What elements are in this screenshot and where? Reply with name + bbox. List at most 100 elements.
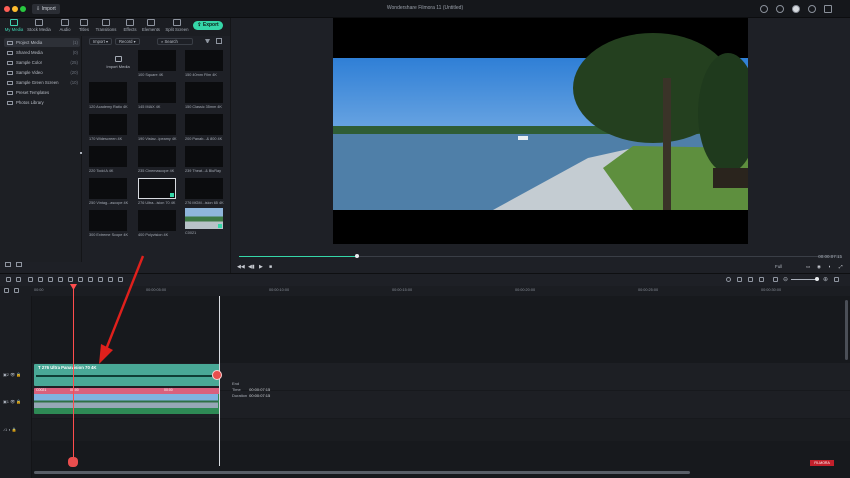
sidebar-item-count: (1) bbox=[72, 40, 78, 45]
title-bar: ⇩ Import Wondershare Filmora 11 (Untitle… bbox=[0, 0, 850, 18]
play-icon[interactable]: ▶ bbox=[259, 264, 263, 270]
tab-titles[interactable]: Titles bbox=[72, 18, 96, 32]
undo-icon[interactable] bbox=[6, 277, 11, 282]
crop-icon[interactable] bbox=[48, 277, 53, 282]
tab-my-media[interactable]: My Media bbox=[2, 18, 26, 32]
media-label: 170 Widescreen 4K bbox=[89, 137, 123, 141]
sidebar-item-sample-video[interactable]: Sample Video (20) bbox=[4, 68, 80, 77]
timeline-scrollbar[interactable] bbox=[34, 471, 690, 474]
zoom-out-icon[interactable]: ⊖ bbox=[783, 276, 788, 283]
delete-icon[interactable] bbox=[28, 277, 33, 282]
media-thumbnail[interactable] bbox=[89, 178, 127, 199]
playhead[interactable] bbox=[73, 288, 74, 464]
grid-view-icon[interactable] bbox=[216, 38, 222, 44]
preview-scrubber[interactable] bbox=[239, 254, 839, 258]
filter-icon[interactable] bbox=[205, 39, 210, 44]
media-thumbnail[interactable] bbox=[138, 114, 176, 135]
title-clip[interactable]: T 276 Ultra Panavision 70 4K bbox=[34, 364, 220, 386]
monitor-icon[interactable]: ▭ bbox=[806, 264, 810, 270]
music-icon bbox=[61, 19, 69, 26]
download-icon[interactable] bbox=[808, 5, 816, 13]
track-1-controls[interactable]: ▣1 👁 🔒 bbox=[3, 399, 21, 404]
step-back-icon[interactable]: ◀▮ bbox=[248, 264, 255, 270]
import-media-tile[interactable]: Import Media bbox=[99, 52, 137, 73]
marker-icon[interactable] bbox=[737, 277, 742, 282]
title-clip-name: 276 Ultra Panavision 70 4K bbox=[41, 365, 97, 370]
video-preview[interactable] bbox=[333, 18, 758, 244]
media-thumbnail[interactable] bbox=[89, 114, 127, 135]
media-thumbnail[interactable] bbox=[138, 50, 176, 71]
media-thumbnail[interactable] bbox=[89, 210, 127, 231]
video-clip[interactable]: C0021 00:00 00:00 bbox=[34, 388, 220, 414]
transition-icon bbox=[102, 19, 110, 26]
color-icon[interactable] bbox=[68, 277, 73, 282]
fit-timeline-icon[interactable] bbox=[834, 277, 839, 282]
ruler-tick: 00:00:20:00 bbox=[515, 288, 536, 292]
media-label: 190 Vistav...ipeamy 4K bbox=[138, 137, 177, 141]
voiceover-icon[interactable] bbox=[748, 277, 753, 282]
split-screen-icon bbox=[173, 19, 181, 26]
record-dropdown[interactable]: Record ▾ bbox=[115, 38, 140, 45]
render-icon[interactable] bbox=[726, 277, 731, 282]
ai-audio-icon[interactable] bbox=[759, 277, 764, 282]
media-thumbnail[interactable] bbox=[138, 210, 176, 231]
collapse-handle[interactable] bbox=[80, 152, 82, 154]
account-icon[interactable] bbox=[792, 5, 800, 13]
sidebar-item-label: Sample Video bbox=[16, 70, 43, 75]
tab-transitions[interactable]: Transitions bbox=[94, 18, 118, 32]
sidebar-item-preset-templates[interactable]: Preset Templates bbox=[4, 88, 80, 97]
filmora-app: ⇩ Import Wondershare Filmora 11 (Untitle… bbox=[0, 0, 850, 478]
sidebar-item-sample-green-screen[interactable]: Sample Green Screen (10) bbox=[4, 78, 80, 87]
media-thumbnail[interactable] bbox=[185, 82, 223, 103]
stop-icon[interactable]: ■ bbox=[269, 264, 272, 270]
import-icon bbox=[114, 56, 122, 62]
snap-icon[interactable] bbox=[773, 277, 778, 282]
media-thumbnail[interactable] bbox=[185, 146, 223, 167]
new-folder-icon[interactable] bbox=[5, 262, 11, 267]
sidebar-item-photos-library[interactable]: Photos Library bbox=[4, 98, 80, 107]
zoom-in-icon[interactable]: ⊕ bbox=[823, 276, 828, 283]
media-thumbnail-selected[interactable] bbox=[138, 178, 176, 199]
clip-end-handle[interactable] bbox=[212, 370, 222, 380]
scrubber-handle[interactable] bbox=[355, 254, 359, 258]
cut-icon[interactable] bbox=[38, 277, 43, 282]
fullscreen-icon[interactable]: ⤢ bbox=[839, 264, 843, 269]
media-thumbnail[interactable] bbox=[185, 114, 223, 135]
volume-icon[interactable]: ◖ bbox=[828, 264, 831, 269]
tab-stock-media[interactable]: Stock Media bbox=[27, 18, 51, 32]
sidebar-item-sample-color[interactable]: Sample Color (25) bbox=[4, 58, 80, 67]
media-thumbnail[interactable] bbox=[138, 146, 176, 167]
quality-selector[interactable]: Full bbox=[775, 264, 782, 269]
zoom-handle[interactable] bbox=[815, 277, 819, 281]
video-thumbnail[interactable] bbox=[185, 208, 223, 229]
redo-icon[interactable] bbox=[16, 277, 21, 282]
sidebar-item-shared-media[interactable]: Shared Media (0) bbox=[4, 48, 80, 57]
track-2-controls[interactable]: ▣2 👁 🔒 bbox=[3, 372, 21, 377]
green-screen-icon[interactable] bbox=[88, 277, 93, 282]
export-button[interactable]: ⇪ Export bbox=[193, 21, 223, 30]
tab-split-screen[interactable]: Split Screen bbox=[165, 18, 189, 32]
add-track-icon[interactable] bbox=[4, 288, 9, 293]
media-thumbnail[interactable] bbox=[185, 50, 223, 71]
import-dropdown[interactable]: Import ▾ bbox=[89, 38, 113, 45]
feedback-icon[interactable] bbox=[824, 5, 832, 13]
audio-track-controls[interactable]: ♪1 ◖ 🔒 bbox=[3, 427, 17, 432]
tab-elements[interactable]: Elements bbox=[139, 18, 163, 32]
vertical-scrollbar[interactable] bbox=[845, 300, 848, 360]
media-thumbnail[interactable] bbox=[138, 82, 176, 103]
speed-icon[interactable] bbox=[58, 277, 63, 282]
folder-icon[interactable] bbox=[16, 262, 22, 267]
media-thumbnail[interactable] bbox=[89, 146, 127, 167]
sidebar-item-project-media[interactable]: Project Media (1) bbox=[4, 38, 80, 47]
clip-info-tooltip: End Time 00:00:07:15 Duration 00:00:07:1… bbox=[232, 381, 270, 399]
snapshot-icon[interactable]: ◉ bbox=[817, 264, 821, 270]
bulb-icon[interactable] bbox=[776, 5, 784, 13]
link-icon[interactable] bbox=[14, 288, 19, 293]
media-thumbnail[interactable] bbox=[185, 178, 223, 199]
media-thumbnail[interactable] bbox=[89, 82, 127, 103]
prev-frame-icon[interactable]: ◀◀ bbox=[237, 264, 245, 270]
audio-icon[interactable] bbox=[78, 277, 83, 282]
theme-icon[interactable] bbox=[760, 5, 768, 13]
search-input[interactable]: ⌕ Search bbox=[157, 38, 193, 45]
playhead-bottom-handle[interactable] bbox=[68, 457, 78, 467]
